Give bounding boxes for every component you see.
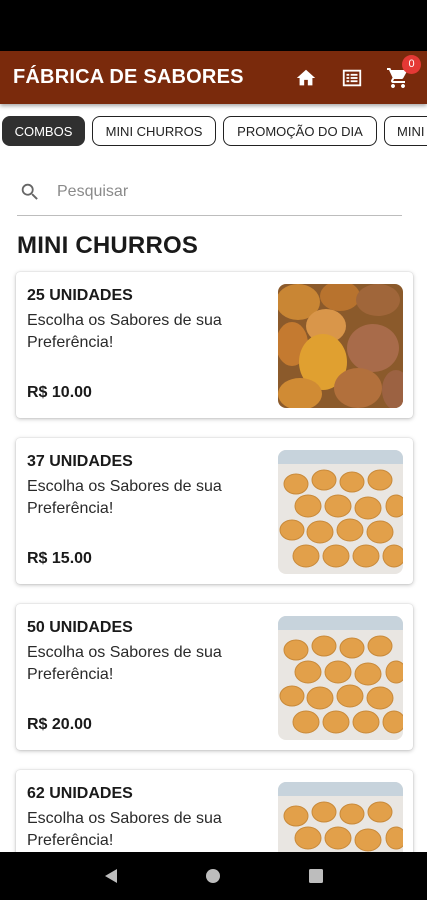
home-nav-icon [206,869,221,883]
product-description: Escolha os Sabores de sua Preferência! [27,810,222,849]
chip-promocao-do-dia[interactable]: PROMOÇÃO DO DIA [223,116,377,146]
chip-combos[interactable]: COMBOS [2,116,85,146]
status-bar [0,0,427,51]
app-actions: 0 [293,54,421,91]
app-bar: FÁBRICA DE SABORES 0 [0,51,427,104]
search-bar [17,168,402,216]
recents-button[interactable] [296,856,336,896]
product-description: Escolha os Sabores de sua Preferência! [27,478,222,517]
product-title: 50 UNIDADES [27,619,133,636]
main-content: COMBOS MINI CHURROS PROMOÇÃO DO DIA MINI… [0,104,427,852]
product-title: 25 UNIDADES [27,287,133,304]
search-icon [21,183,38,200]
product-price: R$ 15.00 [27,550,92,567]
search-input[interactable] [57,182,402,201]
product-card[interactable]: 25 UNIDADES Escolha os Sabores de sua Pr… [16,272,413,418]
list-icon [342,69,362,86]
product-title: 62 UNIDADES [27,785,133,802]
back-button[interactable] [91,856,131,896]
system-nav-bar [0,852,427,900]
product-card[interactable]: 50 UNIDADES Escolha os Sabores de sua Pr… [16,604,413,750]
product-price: R$ 20.00 [27,716,92,733]
home-icon [296,69,316,85]
cart-button[interactable]: 0 [385,54,421,91]
product-card[interactable]: 37 UNIDADES Escolha os Sabores de sua Pr… [16,438,413,584]
product-description: Escolha os Sabores de sua Preferência! [27,312,222,351]
home-nav-button[interactable] [193,856,233,896]
product-image [278,616,403,740]
category-chips: COMBOS MINI CHURROS PROMOÇÃO DO DIA MINI [0,116,427,146]
cart-count-badge: 0 [402,54,421,74]
recents-icon [308,869,323,883]
product-image [278,450,403,574]
chip-mini-churros[interactable]: MINI CHURROS [92,116,216,146]
home-button[interactable] [293,65,319,91]
product-card[interactable]: 62 UNIDADES Escolha os Sabores de sua Pr… [16,770,413,852]
app-title: FÁBRICA DE SABORES [13,66,244,88]
product-image [278,284,403,408]
product-description: Escolha os Sabores de sua Preferência! [27,644,222,683]
product-title: 37 UNIDADES [27,453,133,470]
product-image [278,782,403,852]
product-price: R$ 10.00 [27,384,92,401]
back-icon [105,869,118,883]
menu-list-button[interactable] [339,65,365,91]
chip-mini[interactable]: MINI [384,116,427,146]
section-title: MINI CHURROS [17,232,199,259]
